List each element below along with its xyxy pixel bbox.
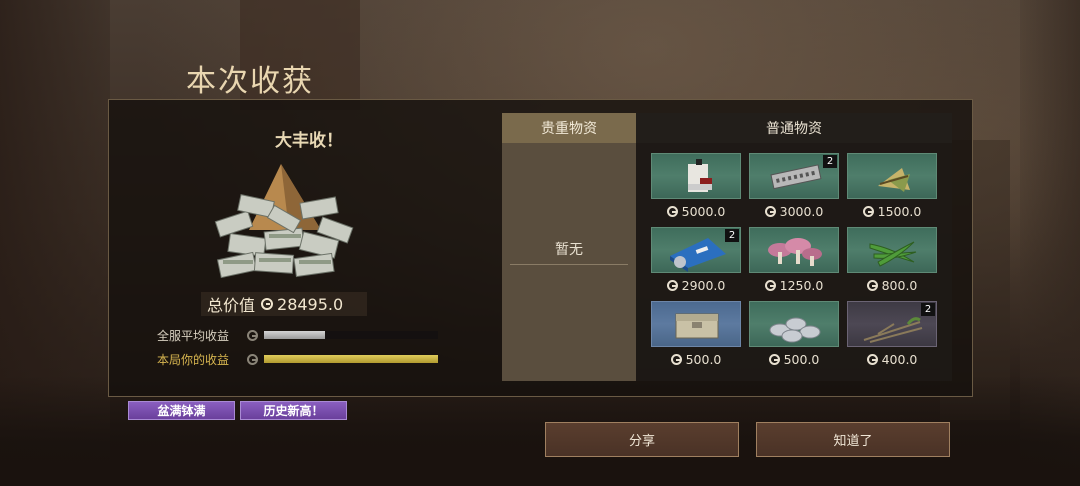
currency-icon (764, 206, 776, 217)
item-price-value: 400.0 (881, 352, 918, 367)
item-cell[interactable]: 2 2900.0 (651, 227, 741, 297)
metal-box-icon (675, 313, 719, 339)
precious-items-column: 暂无 (502, 143, 636, 381)
ok-button[interactable]: 知道了 (756, 422, 950, 457)
item-price: 800.0 (847, 278, 937, 293)
item-slot[interactable] (749, 301, 839, 347)
loot-summary-panel: 大丰收！ 总价值 28495.0 全服平均收益 本局你的收益 贵重物资 普通物资… (108, 99, 973, 397)
my-earnings-bar (264, 355, 438, 363)
achievement-badge: 盆满钵满 (128, 401, 235, 420)
item-cell[interactable]: 800.0 (847, 227, 937, 297)
item-cell[interactable]: 500.0 (749, 301, 839, 371)
tab-precious-items[interactable]: 贵重物资 (502, 113, 636, 143)
item-price-value: 1500.0 (877, 204, 922, 219)
item-price-value: 2900.0 (681, 278, 726, 293)
item-slot[interactable] (847, 153, 937, 199)
currency-icon (764, 280, 776, 291)
total-value-row: 总价值 28495.0 (201, 292, 367, 316)
currency-icon (261, 298, 274, 310)
server-average-fill (264, 331, 325, 339)
currency-icon (666, 280, 678, 291)
mushroom-icon (768, 238, 822, 266)
item-slot[interactable] (847, 227, 937, 273)
item-slot[interactable] (651, 153, 741, 199)
server-average-bar (264, 331, 438, 339)
rice-dumpling-icon (878, 168, 910, 192)
my-earnings-row: 本局你的收益 (157, 351, 438, 367)
item-cell[interactable]: 5000.0 (651, 153, 741, 223)
share-button[interactable]: 分享 (545, 422, 739, 457)
common-items-grid: 5000.0 2 3000.0 1500.0 2 2900.0 1250.0 800.0 500… (651, 153, 941, 373)
currency-icon (768, 354, 780, 365)
total-value-label: 总价值 (207, 296, 256, 315)
item-count-badge: 2 (725, 229, 739, 242)
total-value-amount: 28495.0 (277, 294, 344, 314)
item-slot[interactable] (651, 301, 741, 347)
item-slot[interactable] (749, 227, 839, 273)
item-cell[interactable]: 500.0 (651, 301, 741, 371)
item-count-badge: 2 (921, 303, 935, 316)
currency-icon (666, 206, 678, 217)
money-pile-icon (214, 164, 354, 279)
currency-icon (866, 354, 878, 365)
green-beans-icon (869, 241, 917, 267)
item-price: 500.0 (651, 352, 741, 367)
achievement-badge: 历史新高！ (240, 401, 347, 420)
currency-icon (670, 354, 682, 365)
items-box: 贵重物资 普通物资 暂无 5000.0 2 3000.0 1500.0 2 2900.0 1… (502, 113, 952, 381)
my-earnings-fill (264, 355, 438, 363)
page-title: 本次收获 (186, 64, 314, 99)
tab-common-items[interactable]: 普通物资 (636, 113, 952, 143)
item-price-value: 500.0 (685, 352, 722, 367)
item-price: 1250.0 (749, 278, 839, 293)
item-price-value: 5000.0 (681, 204, 726, 219)
server-average-label: 全服平均收益 (157, 328, 230, 343)
item-price-value: 3000.0 (779, 204, 824, 219)
currency-icon (866, 280, 878, 291)
item-price-value: 1250.0 (779, 278, 824, 293)
item-slot[interactable]: 2 (847, 301, 937, 347)
precious-empty-text: 暂无 (555, 242, 583, 258)
my-earnings-label: 本局你的收益 (157, 352, 230, 367)
item-price: 5000.0 (651, 204, 741, 219)
coins-icon (769, 317, 821, 343)
item-price: 1500.0 (847, 204, 937, 219)
server-average-row: 全服平均收益 (157, 327, 438, 343)
harvest-label: 大丰收！ (275, 131, 343, 151)
divider (510, 264, 628, 265)
item-price: 500.0 (749, 352, 839, 367)
currency-icon (247, 353, 258, 365)
currency-icon (862, 206, 874, 217)
item-cell[interactable]: 1250.0 (749, 227, 839, 297)
item-slot[interactable]: 2 (651, 227, 741, 273)
item-price: 2900.0 (651, 278, 741, 293)
item-price-value: 500.0 (783, 352, 820, 367)
item-count-badge: 2 (823, 155, 837, 168)
fuel-can-icon (688, 159, 712, 192)
item-price: 3000.0 (749, 204, 839, 219)
item-price-value: 800.0 (881, 278, 918, 293)
item-cell[interactable]: 1500.0 (847, 153, 937, 223)
item-cell[interactable]: 2 400.0 (847, 301, 937, 371)
currency-icon (247, 329, 258, 341)
item-cell[interactable]: 2 3000.0 (749, 153, 839, 223)
item-slot[interactable]: 2 (749, 153, 839, 199)
item-price: 400.0 (847, 352, 937, 367)
